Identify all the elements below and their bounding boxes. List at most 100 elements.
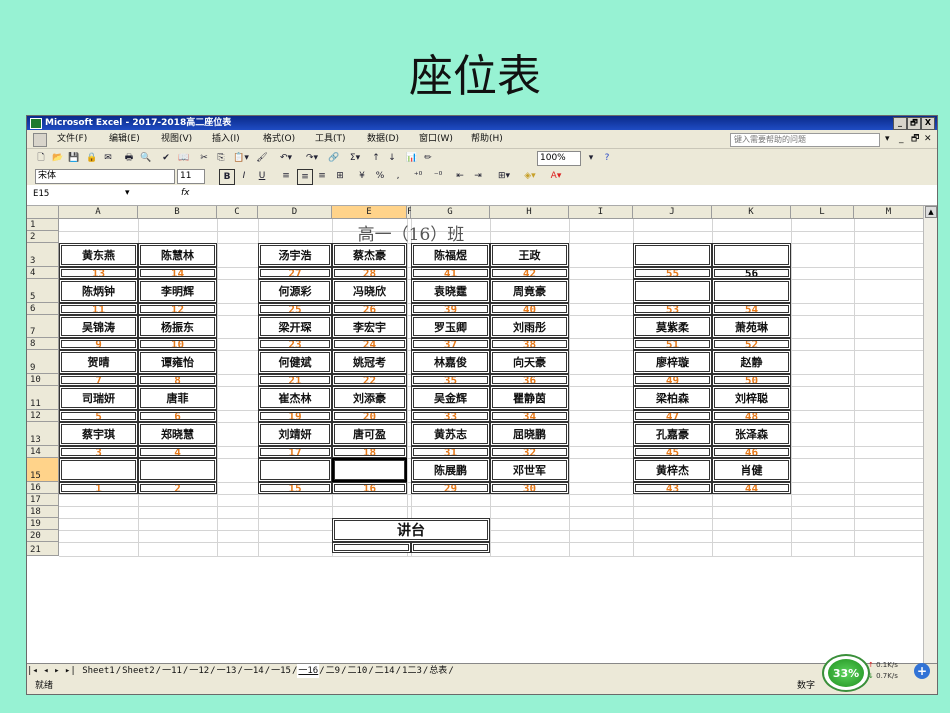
chart-wizard-icon[interactable]: 📊 (405, 151, 419, 165)
menu-view[interactable]: 视图(V) (161, 130, 192, 148)
paste-icon[interactable]: 📋▾ (231, 151, 251, 165)
seat-name[interactable]: 唐可盈 (332, 422, 407, 446)
seat-name[interactable]: 陈炳钟 (59, 279, 138, 303)
seat-name[interactable]: 冯晓欣 (332, 279, 407, 303)
increase-indent-icon[interactable]: ⇥ (471, 169, 485, 183)
bold-button[interactable]: B (219, 169, 235, 185)
seat-name[interactable]: 刘靖妍 (258, 422, 332, 446)
seat-name[interactable]: 汤宇浩 (258, 243, 332, 267)
print-preview-icon[interactable]: 🔍 (139, 151, 153, 165)
sheet-tab[interactable]: 一13 (216, 664, 238, 678)
restore-button[interactable]: 🗗 (907, 117, 921, 130)
borders-icon[interactable]: ⊞▾ (493, 169, 515, 183)
seat-name[interactable]: 屈晓鹏 (490, 422, 569, 446)
spreadsheet-grid[interactable]: A B C D E F G H I J K L M 1 2 3 4 5 6 7 8 9 10 11 12 13 14 15 16 17 18… (27, 206, 937, 663)
sort-ascending-icon[interactable]: ↑ (369, 151, 383, 165)
seat-name[interactable]: 袁晓霆 (411, 279, 490, 303)
seat-name[interactable]: 廖梓璇 (633, 350, 712, 374)
seat-name[interactable]: 刘梓聪 (712, 386, 791, 410)
doc-minimize-icon[interactable]: _ (899, 130, 904, 148)
underline-button[interactable]: U (255, 169, 269, 183)
column-header-j[interactable]: J (633, 206, 712, 219)
column-header-e[interactable]: E (332, 206, 407, 219)
seat-name[interactable]: 黄苏志 (411, 422, 490, 446)
row-header-4[interactable]: 4 (27, 267, 59, 279)
seat-name[interactable]: 吴锦涛 (59, 315, 138, 338)
row-header-19[interactable]: 19 (27, 518, 59, 530)
sheet-tab[interactable]: Sheet1 (81, 664, 116, 678)
name-box[interactable]: E15 (33, 188, 133, 201)
doc-restore-icon[interactable]: 🗗 (911, 130, 919, 148)
row-header-21[interactable]: 21 (27, 542, 59, 556)
fill-color-icon[interactable]: ◈▾ (519, 169, 541, 183)
seat-name[interactable]: 陈福煜 (411, 243, 490, 267)
row-header-7[interactable]: 7 (27, 315, 59, 338)
comma-style-icon[interactable]: , (391, 169, 405, 183)
vertical-scrollbar[interactable]: ▲ (923, 206, 937, 663)
seat-name[interactable]: 贺晴 (59, 350, 138, 374)
zoom-dropdown-icon[interactable]: ▾ (584, 151, 598, 165)
add-widget-icon[interactable]: + (914, 663, 930, 679)
seat-name[interactable]: 黄梓杰 (633, 458, 712, 482)
seat-name[interactable]: 王政 (490, 243, 569, 267)
column-header-k[interactable]: K (712, 206, 791, 219)
autosum-icon[interactable]: Σ▾ (345, 151, 365, 165)
row-header-17[interactable]: 17 (27, 494, 59, 506)
undo-icon[interactable]: ↶▾ (275, 151, 297, 165)
scroll-up-icon[interactable]: ▲ (925, 206, 937, 218)
spelling-icon[interactable]: ✔ (159, 151, 173, 165)
row-header-18[interactable]: 18 (27, 506, 59, 518)
help-dropdown-icon[interactable]: ▾ (885, 130, 890, 148)
seat-name[interactable]: 蔡杰豪 (332, 243, 407, 267)
doc-close-icon[interactable]: ✕ (924, 130, 932, 148)
fx-icon[interactable]: fx (181, 188, 190, 198)
column-header-i[interactable]: I (569, 206, 633, 219)
merge-center-icon[interactable]: ⊞ (333, 169, 347, 183)
seat-name[interactable] (138, 458, 217, 482)
font-color-icon[interactable]: A▾ (545, 169, 567, 183)
increase-decimal-icon[interactable]: ⁺⁰ (409, 169, 427, 183)
seat-name[interactable]: 邓世军 (490, 458, 569, 482)
redo-icon[interactable]: ↷▾ (301, 151, 323, 165)
sheet-tab[interactable]: 二9 (325, 664, 341, 678)
seat-name[interactable]: 梁柏森 (633, 386, 712, 410)
sheet-tab[interactable]: 二10 (347, 664, 369, 678)
menu-edit[interactable]: 编辑(E) (109, 130, 140, 148)
email-icon[interactable]: ✉ (101, 151, 115, 165)
row-header-2[interactable]: 2 (27, 231, 59, 243)
row-header-9[interactable]: 9 (27, 350, 59, 374)
hyperlink-icon[interactable]: 🔗 (327, 151, 341, 165)
seat-name[interactable]: 崔杰林 (258, 386, 332, 410)
align-right-icon[interactable]: ≡ (315, 169, 329, 183)
seat-name[interactable]: 陈慧林 (138, 243, 217, 267)
italic-button[interactable]: I (237, 169, 251, 183)
column-header-c[interactable]: C (217, 206, 258, 219)
seat-name[interactable] (633, 243, 712, 267)
row-header-12[interactable]: 12 (27, 410, 59, 422)
copy-icon[interactable]: ⎘ (214, 151, 228, 165)
seat-name[interactable] (59, 458, 138, 482)
column-header-l[interactable]: L (791, 206, 854, 219)
column-header-m[interactable]: M (854, 206, 924, 219)
seat-name[interactable] (258, 458, 332, 482)
seat-name[interactable]: 郑晓慧 (138, 422, 217, 446)
save-icon[interactable]: 💾 (67, 151, 81, 165)
row-header-10[interactable]: 10 (27, 374, 59, 386)
seat-name[interactable]: 刘雨彤 (490, 315, 569, 338)
name-box-dropdown-icon[interactable]: ▾ (125, 188, 130, 198)
seat-name[interactable]: 谭雍怡 (138, 350, 217, 374)
print-icon[interactable]: 🖶 (122, 151, 136, 165)
seat-name[interactable]: 林嘉俊 (411, 350, 490, 374)
cut-icon[interactable]: ✂ (197, 151, 211, 165)
sheet-tab[interactable]: 一11 (161, 664, 183, 678)
menu-data[interactable]: 数据(D) (367, 130, 399, 148)
sheet-tab[interactable]: 一12 (188, 664, 210, 678)
seat-name[interactable]: 肖健 (712, 458, 791, 482)
open-icon[interactable]: 📂 (51, 151, 65, 165)
formula-input[interactable] (202, 188, 922, 201)
seat-name[interactable]: 杨振东 (138, 315, 217, 338)
seat-name[interactable]: 黄东燕 (59, 243, 138, 267)
column-header-b[interactable]: B (138, 206, 217, 219)
row-header-5[interactable]: 5 (27, 279, 59, 303)
menu-tools[interactable]: 工具(T) (315, 130, 346, 148)
